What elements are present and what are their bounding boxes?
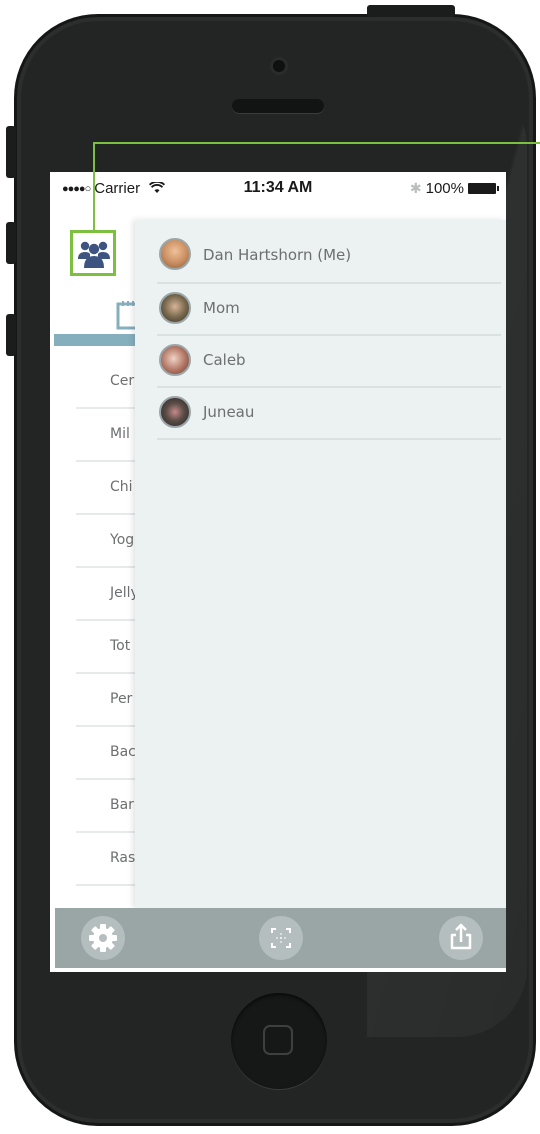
share-icon (450, 923, 472, 950)
avatar (159, 396, 191, 428)
callout-line (93, 142, 540, 144)
volume-up-button (6, 222, 16, 264)
battery-icon (468, 183, 499, 194)
scan-icon (271, 928, 291, 948)
status-right: ✱ 100% (409, 180, 499, 197)
gear-icon (89, 924, 117, 952)
front-camera (273, 60, 285, 72)
avatar (159, 292, 191, 324)
person-name: Caleb (203, 351, 246, 369)
battery-percent: 100% (425, 180, 464, 197)
bottom-toolbar (55, 908, 506, 968)
mute-switch (6, 126, 16, 178)
avatar (159, 238, 191, 270)
person-row-juneau[interactable]: Juneau (157, 388, 501, 440)
calendar-icon[interactable] (116, 300, 136, 330)
home-square-icon (263, 1025, 293, 1055)
people-button[interactable] (70, 230, 116, 276)
person-row-mom[interactable]: Mom (157, 284, 501, 336)
person-row-caleb[interactable]: Caleb (157, 336, 501, 388)
avatar (159, 344, 191, 376)
callout-line (93, 142, 95, 232)
share-button[interactable] (439, 916, 483, 960)
people-group-icon (78, 241, 110, 268)
screen: ●●●●○ Carrier 11:34 AM ✱ 100% Cer Mil Ch… (50, 172, 506, 972)
power-button (367, 5, 455, 17)
status-bar: ●●●●○ Carrier 11:34 AM ✱ 100% (50, 172, 506, 206)
person-row-dan[interactable]: Dan Hartshorn (Me) (157, 232, 501, 284)
scan-button[interactable] (259, 916, 303, 960)
people-drawer: Dan Hartshorn (Me) Mom Caleb Juneau (135, 220, 506, 908)
volume-down-button (6, 314, 16, 356)
bluetooth-icon: ✱ (409, 180, 422, 196)
person-name: Mom (203, 299, 240, 317)
person-name: Dan Hartshorn (Me) (203, 246, 352, 264)
home-button[interactable] (231, 993, 327, 1089)
person-name: Juneau (203, 403, 255, 421)
settings-button[interactable] (81, 916, 125, 960)
earpiece-speaker (232, 99, 324, 113)
